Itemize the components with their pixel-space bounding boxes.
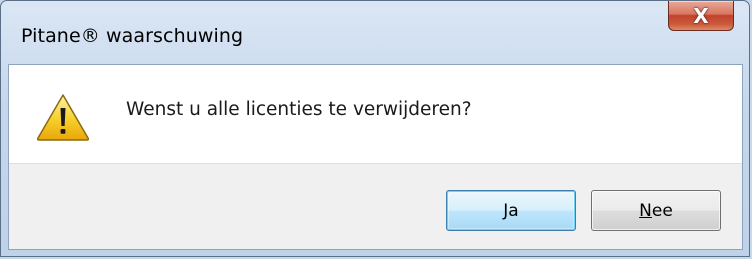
close-icon: X (693, 3, 709, 28)
window-title: Pitane® waarschuwing (21, 25, 244, 47)
yes-button-label: Ja (503, 200, 519, 221)
yes-button[interactable]: Ja (446, 190, 576, 231)
close-button[interactable]: X (668, 1, 734, 31)
title-bar[interactable]: Pitane® waarschuwing X (1, 1, 749, 65)
dialog-message: Wenst u alle licenties te verwijderen? (126, 99, 472, 120)
warning-icon (36, 94, 90, 141)
dialog-client-area: Wenst u alle licenties te verwijderen? J… (8, 64, 743, 250)
button-bar: Ja Nee (9, 163, 742, 249)
message-area: Wenst u alle licenties te verwijderen? (9, 65, 742, 163)
no-button[interactable]: Nee (591, 190, 721, 231)
dialog-window: Pitane® waarschuwing X Wenst u alle lice… (0, 0, 750, 257)
no-button-label: Nee (639, 200, 673, 221)
